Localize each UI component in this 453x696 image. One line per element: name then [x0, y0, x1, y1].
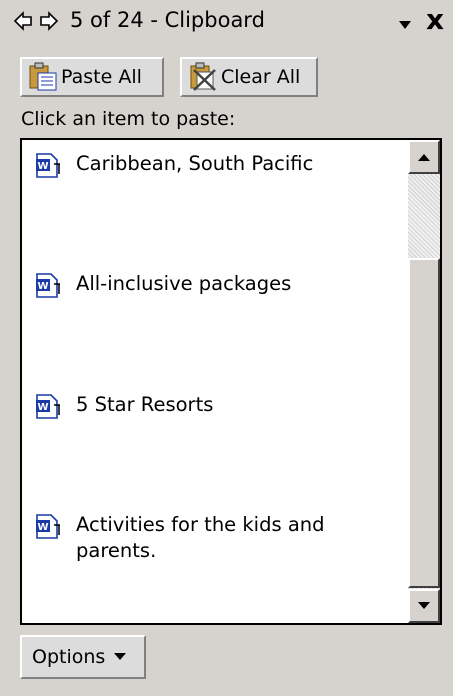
back-arrow-icon[interactable] [12, 10, 34, 32]
arrow-down-icon [418, 602, 430, 609]
svg-text:W: W [37, 161, 48, 172]
scrollbar-thumb[interactable] [408, 258, 440, 588]
word-document-icon: W [34, 511, 64, 541]
clipboard-item-text: Caribbean, South Pacific [76, 152, 314, 175]
arrow-up-icon [418, 154, 430, 161]
clear-all-icon [188, 62, 218, 92]
task-pane-titlebar: 5 of 24 - Clipboard x [0, 0, 453, 42]
clear-all-button[interactable]: Clear All [180, 57, 318, 97]
paste-all-button[interactable]: Paste All [20, 57, 164, 97]
pane-title: 5 of 24 - Clipboard [70, 8, 265, 32]
word-document-icon: W [34, 391, 64, 421]
clipboard-item[interactable]: W Caribbean, South Pacific [34, 151, 404, 180]
options-label: Options [32, 646, 106, 668]
clipboard-item-text: All-inclusive packages [76, 272, 292, 295]
clipboard-item-text: Activities for the kids and parents. [76, 513, 325, 562]
word-document-icon: W [34, 270, 64, 300]
chevron-down-icon[interactable] [398, 12, 412, 36]
clipboard-item-list[interactable]: W Caribbean, South Pacific W All-inclusi… [20, 138, 442, 625]
clipboard-item[interactable]: W Activities for the kids and parents. [34, 512, 354, 564]
paste-all-icon [28, 62, 58, 92]
paste-all-label: Paste All [61, 66, 142, 88]
options-button[interactable]: Options [20, 635, 146, 679]
svg-text:W: W [37, 281, 48, 292]
clipboard-item[interactable]: W 5 Star Resorts [34, 392, 404, 421]
svg-text:W: W [37, 402, 48, 413]
forward-arrow-icon[interactable] [38, 10, 60, 32]
clipboard-item-text: 5 Star Resorts [76, 393, 214, 416]
scroll-down-button[interactable] [408, 589, 440, 623]
clear-all-label: Clear All [221, 66, 301, 88]
scroll-up-button[interactable] [408, 140, 440, 174]
chevron-down-icon [113, 652, 127, 662]
clipboard-item[interactable]: W All-inclusive packages [34, 271, 404, 300]
instruction-text: Click an item to paste: [21, 108, 236, 130]
word-document-icon: W [34, 150, 64, 180]
close-button[interactable]: x [426, 3, 444, 37]
vertical-scrollbar[interactable] [408, 140, 440, 623]
svg-text:W: W [37, 522, 48, 533]
